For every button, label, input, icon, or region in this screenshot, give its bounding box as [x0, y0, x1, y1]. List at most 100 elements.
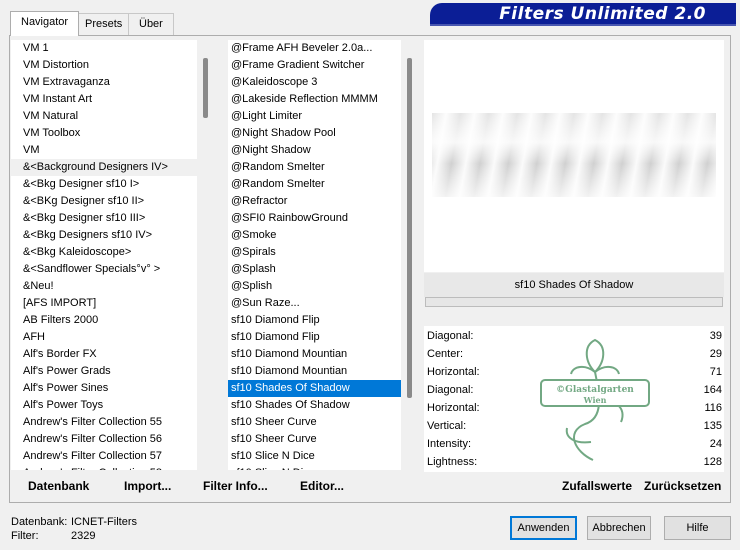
filter-item[interactable]: @Frame AFH Beveler 2.0a... [228, 40, 401, 57]
filter-item[interactable]: @Sun Raze... [228, 295, 401, 312]
category-item[interactable]: AFH [11, 329, 197, 346]
watermark-text-1: ©Glastalgarten [556, 385, 634, 395]
category-item[interactable]: Alf's Power Sines [11, 380, 197, 397]
filter-item[interactable]: sf10 Diamond Flip [228, 329, 401, 346]
category-item[interactable]: &<Bkg Designer sf10 III> [11, 210, 197, 227]
datenbank-label: Datenbank: [11, 516, 68, 528]
category-item[interactable]: &<Background Designers IV> [11, 159, 197, 176]
category-item[interactable]: Alf's Power Toys [11, 397, 197, 414]
filter-item[interactable]: sf10 Sheer Curve [228, 414, 401, 431]
category-item[interactable]: VM Distortion [11, 57, 197, 74]
filter-info-button[interactable]: Filter Info... [203, 479, 268, 493]
category-item[interactable]: VM Extravaganza [11, 74, 197, 91]
parameter-value: 24 [709, 438, 722, 450]
banner-title: Filters Unlimited 2.0 [499, 4, 706, 24]
watermark-logo: ©Glastalgarten Wien [540, 338, 650, 461]
current-filter-name: sf10 Shades Of Shadow [424, 273, 724, 297]
category-item[interactable]: Alf's Border FX [11, 346, 197, 363]
cancel-button[interactable]: Abbrechen [587, 516, 651, 540]
parameter-label: Vertical: [427, 420, 467, 432]
parameter-value: 29 [709, 348, 722, 360]
parameter-label: Diagonal: [427, 330, 474, 342]
category-item[interactable]: [AFS IMPORT] [11, 295, 197, 312]
random-values-button[interactable]: Zufallswerte [562, 479, 632, 493]
filter-item[interactable]: @Smoke [228, 227, 401, 244]
category-item[interactable]: &Neu! [11, 278, 197, 295]
logo-banner: Filters Unlimited 2.0 [430, 3, 736, 26]
filter-item[interactable]: @Lakeside Reflection MMMM [228, 91, 401, 108]
parameter-value: 39 [709, 330, 722, 342]
filter-item[interactable]: @Night Shadow Pool [228, 125, 401, 142]
filter-item[interactable]: @Kaleidoscope 3 [228, 74, 401, 91]
filter-item[interactable]: sf10 Slice N Dice [228, 448, 401, 465]
category-item[interactable]: Alf's Power Grads [11, 363, 197, 380]
parameter-value: 164 [703, 384, 722, 396]
filter-item[interactable]: @Random Smelter [228, 176, 401, 193]
filter-item[interactable]: sf10 Shades Of Shadow [228, 380, 401, 397]
filter-scrollbar[interactable] [401, 40, 419, 470]
parameter-label: Horizontal: [427, 402, 480, 414]
filter-item[interactable]: @Spirals [228, 244, 401, 261]
category-item[interactable]: VM [11, 142, 197, 159]
progress-bar [425, 297, 723, 307]
filter-item[interactable]: sf10 Diamond Flip [228, 312, 401, 329]
category-item[interactable]: &<Bkg Designers sf10 IV> [11, 227, 197, 244]
parameter-value: 71 [709, 366, 722, 378]
filter-item[interactable]: sf10 Shades Of Shadow [228, 397, 401, 414]
category-list[interactable]: VM 1 VM Distortion VM Extravaganza VM Insta… [11, 40, 197, 470]
tab-navigator[interactable]: Navigator [10, 11, 80, 36]
category-item[interactable]: Andrew's Filter Collection 57 [11, 448, 197, 465]
filter-item[interactable]: @Splish [228, 278, 401, 295]
filter-item[interactable]: @SFI0 RainbowGround [228, 210, 401, 227]
filter-count-label: Filter: [11, 530, 39, 542]
category-item[interactable]: Andrew's Filter Collection 58 [11, 465, 197, 470]
filter-item[interactable]: sf10 Diamond Mountian [228, 363, 401, 380]
filter-item[interactable]: @Light Limiter [228, 108, 401, 125]
datenbank-value: ICNET-Filters [71, 516, 137, 528]
parameter-label: Lightness: [427, 456, 478, 468]
category-item[interactable]: VM 1 [11, 40, 197, 57]
category-item[interactable]: Andrew's Filter Collection 56 [11, 431, 197, 448]
editor-button[interactable]: Editor... [300, 479, 344, 493]
scroll-thumb[interactable] [407, 58, 412, 398]
reset-button[interactable]: Zurücksetzen [644, 479, 721, 493]
category-item[interactable]: Andrew's Filter Collection 55 [11, 414, 197, 431]
filter-item[interactable]: @Random Smelter [228, 159, 401, 176]
filter-item[interactable]: @Night Shadow [228, 142, 401, 159]
preview-area [424, 40, 724, 272]
filter-item[interactable]: @Refractor [228, 193, 401, 210]
category-item[interactable]: &<BKg Designer sf10 II> [11, 193, 197, 210]
filter-item[interactable]: @Splash [228, 261, 401, 278]
tab-presets[interactable]: Presets [74, 13, 134, 35]
category-item[interactable]: VM Toolbox [11, 125, 197, 142]
category-item[interactable]: &<Sandflower Specials°v° > [11, 261, 197, 278]
filter-item[interactable]: sf10 Diamond Mountian [228, 346, 401, 363]
datenbank-button[interactable]: Datenbank [28, 479, 89, 493]
apply-button[interactable]: Anwenden [510, 516, 577, 540]
filter-list[interactable]: @Frame AFH Beveler 2.0a... @Frame Gradien… [228, 40, 401, 470]
category-item[interactable]: &<Bkg Designer sf10 I> [11, 176, 197, 193]
category-item[interactable]: AB Filters 2000 [11, 312, 197, 329]
filter-item[interactable]: sf10 Slice N Dice [228, 465, 401, 470]
parameter-value: 135 [703, 420, 722, 432]
category-item[interactable]: VM Natural [11, 108, 197, 125]
parameter-value: 116 [704, 402, 722, 414]
parameter-label: Intensity: [427, 438, 472, 450]
preview-image [432, 113, 716, 197]
category-item[interactable]: &<Bkg Kaleidoscope> [11, 244, 197, 261]
parameter-value: 128 [703, 456, 722, 468]
parameter-label: Center: [427, 348, 464, 360]
filters-unlimited-window: Navigator Presets Über Filters Unlimited… [0, 0, 740, 550]
watermark-text-2: Wien [583, 395, 607, 405]
category-item[interactable]: VM Instant Art [11, 91, 197, 108]
filter-count-value: 2329 [71, 530, 96, 542]
parameter-label: Diagonal: [427, 384, 474, 396]
parameter-label: Horizontal: [427, 366, 480, 378]
tab-uber[interactable]: Über [128, 13, 174, 35]
import-button[interactable]: Import... [124, 479, 171, 493]
category-scrollbar[interactable] [197, 40, 215, 470]
filter-item[interactable]: @Frame Gradient Switcher [228, 57, 401, 74]
scroll-thumb[interactable] [203, 58, 208, 118]
help-button[interactable]: Hilfe [664, 516, 731, 540]
filter-item[interactable]: sf10 Sheer Curve [228, 431, 401, 448]
